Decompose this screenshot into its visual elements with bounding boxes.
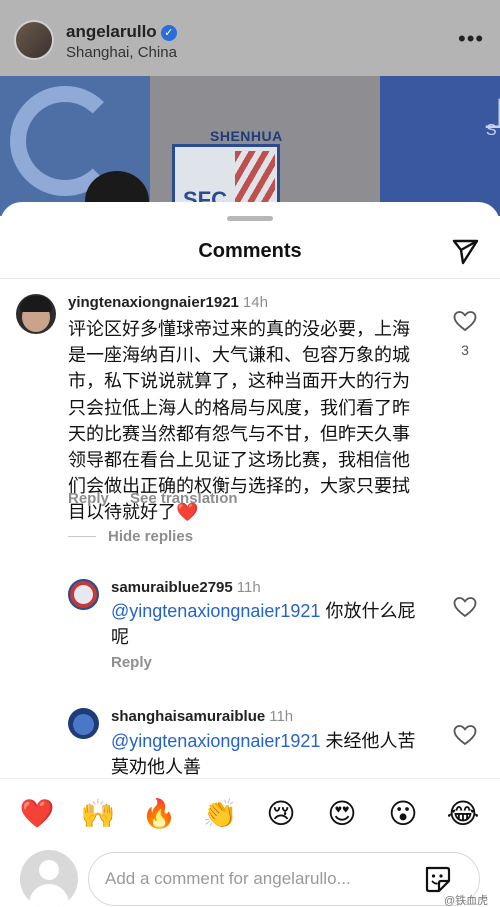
more-options-icon[interactable]: ••• — [458, 26, 484, 52]
image-club-name: SHENHUA — [210, 128, 283, 144]
hide-replies-button[interactable]: Hide replies — [108, 528, 193, 545]
emoji-laughing-button[interactable]: 😂 — [444, 797, 482, 831]
avatar-hair — [20, 296, 52, 312]
emoji-reaction-bar: ❤️ 🙌 🔥 👏 😢 😍 😮 😂 — [0, 778, 500, 848]
reply-username[interactable]: shanghaisamuraiblue 11h — [111, 708, 293, 725]
like-count: 3 — [461, 342, 469, 358]
verified-badge-icon: ✓ — [160, 25, 177, 41]
comment-username-text[interactable]: yingtenaxiongnaier1921 — [68, 294, 239, 311]
post-location[interactable]: Shanghai, China — [66, 44, 177, 61]
emoji-surprised-button[interactable]: 😮 — [384, 797, 422, 831]
reply-button[interactable]: Reply — [68, 490, 109, 507]
like-heart-icon[interactable] — [453, 596, 477, 618]
header-divider — [0, 278, 500, 279]
commenter-avatar[interactable] — [16, 294, 56, 334]
like-heart-icon[interactable] — [453, 724, 477, 746]
avatar-emblem — [74, 585, 93, 604]
send-icon[interactable] — [450, 236, 480, 266]
post-author-avatar[interactable] — [14, 20, 54, 60]
emoji-fire-button[interactable]: 🔥 — [140, 797, 178, 831]
emoji-raising-hands-button[interactable]: 🙌 — [79, 797, 117, 831]
reply-button[interactable]: Reply — [111, 654, 152, 671]
hide-replies-line — [68, 536, 96, 537]
user-mention-link[interactable]: @yingtenaxiongnaier1921 — [111, 601, 320, 621]
emoji-crying-button[interactable]: 😢 — [262, 797, 300, 831]
comment-text: 评论区好多懂球帝过来的真的没必要，上海是一座海纳百川、大气谦和、包容万象的城市，… — [68, 319, 410, 523]
post-image: 上 S SHENHUA SFC — [0, 76, 500, 216]
reply-text: @yingtenaxiongnaier1921 你放什么屁呢 — [111, 598, 421, 650]
comment-timestamp: 14h — [242, 294, 268, 311]
replier-avatar[interactable] — [68, 708, 99, 739]
image-right-subtext: S — [486, 122, 497, 139]
reply-timestamp: 11h — [236, 579, 261, 596]
reply-username[interactable]: samuraiblue2795 11h — [111, 579, 261, 596]
post-author-name[interactable]: angelarullo — [66, 22, 157, 41]
sticker-icon[interactable] — [422, 864, 452, 894]
comments-sheet: Comments yingtenaxiongnaier1921 14h 评论区好多… — [0, 202, 500, 907]
user-mention-link[interactable]: @yingtenaxiongnaier1921 — [111, 731, 320, 751]
like-heart-icon[interactable] — [453, 310, 477, 332]
emoji-heart-button[interactable]: ❤️ — [18, 797, 56, 831]
comment-username[interactable]: yingtenaxiongnaier1921 14h — [68, 294, 268, 311]
post-header: angelarullo ✓ Shanghai, China ••• — [0, 0, 500, 76]
emoji-clapping-button[interactable]: 👏 — [201, 797, 239, 831]
reply-username-text[interactable]: shanghaisamuraiblue — [111, 708, 265, 725]
see-translation-button[interactable]: See translation — [130, 490, 238, 507]
reply-username-text[interactable]: samuraiblue2795 — [111, 579, 233, 596]
emoji-heart-eyes-button[interactable]: 😍 — [323, 797, 361, 831]
post-author-username[interactable]: angelarullo ✓ — [66, 22, 177, 42]
avatar-placeholder-body — [29, 884, 69, 907]
image-right-panel — [380, 76, 500, 216]
my-avatar — [20, 850, 78, 907]
avatar-placeholder-head — [39, 860, 59, 880]
sheet-title: Comments — [198, 240, 302, 262]
replier-avatar[interactable] — [68, 579, 99, 610]
reply-timestamp: 11h — [269, 708, 294, 725]
sheet-grab-handle[interactable] — [227, 216, 273, 221]
avatar-crowd — [73, 714, 94, 735]
reply-text: @yingtenaxiongnaier1921 未经他人苦莫劝他人善 — [111, 728, 421, 780]
watermark: @铁血虎 — [444, 895, 489, 907]
